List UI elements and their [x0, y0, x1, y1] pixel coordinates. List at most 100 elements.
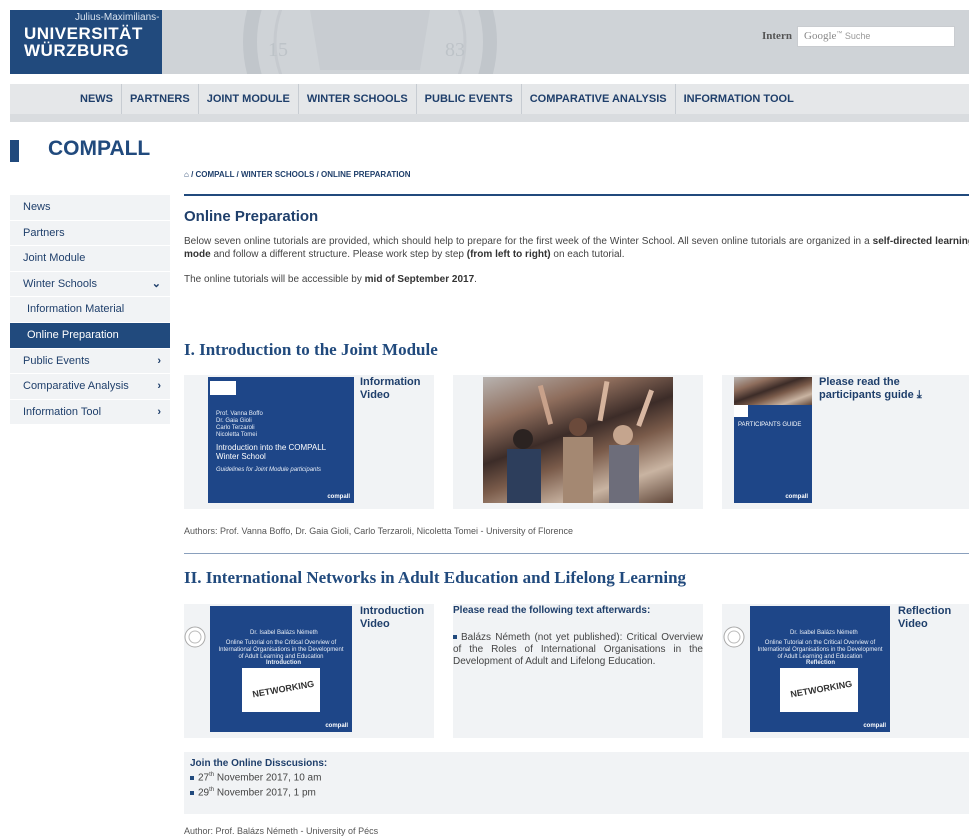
compall-logo: compall [327, 494, 350, 500]
compall-logo: compall [785, 494, 808, 500]
sidebar-item-label: Joint Module [23, 252, 86, 265]
sidebar-item-information-material[interactable]: Information Material [10, 297, 170, 323]
reading-heading: Please read the following text afterward… [453, 605, 651, 616]
chevron-right-icon[interactable]: › [157, 349, 161, 374]
sidebar-item-label: Public Events [23, 354, 90, 367]
sidebar-item-label: News [23, 201, 51, 213]
sidebar-item-comparative-analysis[interactable]: Comparative Analysis › [10, 374, 170, 400]
information-video-link[interactable]: Information Video [360, 376, 426, 402]
seal-year-right: 83 [445, 39, 465, 61]
section-1-authors: Authors: Prof. Vanna Boffo, Dr. Gaia Gio… [184, 526, 573, 536]
logo-line-2: WÜRZBURG [24, 41, 130, 60]
slide-author: Dr. Isabel Balázs Németh [250, 630, 318, 636]
photo-crowd-illustration [507, 380, 654, 503]
sidebar-item-online-preparation[interactable]: Online Preparation [10, 322, 170, 349]
sidebar-item-partners[interactable]: Partners [10, 220, 170, 247]
networking-image: NETWORKING [780, 668, 858, 712]
section-2-heading: II. International Networks in Adult Educ… [184, 568, 687, 587]
reflection-video-card[interactable]: Dr. Isabel Balázs Németh Online Tutorial… [722, 604, 969, 738]
reading-reference[interactable]: Balázs Németh (not yet published): Criti… [453, 632, 703, 668]
breadcrumb-path[interactable]: COMPALL / WINTER SCHOOLS / ONLINE PREPAR… [196, 170, 411, 179]
nav-winter-schools[interactable]: WINTER SCHOOLS [299, 84, 417, 114]
reading-card: Please read the following text afterward… [453, 604, 703, 738]
home-icon[interactable]: ⌂ [184, 170, 189, 179]
chevron-down-icon[interactable]: ⌄ [152, 272, 161, 297]
winter-school-photo [483, 377, 673, 503]
sidebar-item-news[interactable]: News [10, 195, 170, 221]
site-title[interactable]: COMPALL [48, 137, 150, 161]
sidebar-item-public-events[interactable]: Public Events › [10, 348, 170, 375]
nav-comparative-analysis[interactable]: COMPARATIVE ANALYSIS [522, 84, 676, 114]
sidebar-item-winter-schools[interactable]: Winter Schools ⌄ [10, 271, 170, 298]
nav-joint-module[interactable]: JOINT MODULE [199, 84, 299, 114]
page-title: Online Preparation [184, 208, 319, 225]
search-placeholder: Suche [844, 31, 871, 41]
reflection-video-link[interactable]: Reflection Video [898, 605, 964, 631]
sidebar-item-label: Comparative Analysis [23, 380, 129, 393]
sidebar-item-information-tool[interactable]: Information Tool › [10, 399, 170, 426]
reflection-video-thumbnail[interactable]: Dr. Isabel Balázs Németh Online Tutorial… [750, 606, 890, 732]
bullet-icon [190, 775, 194, 780]
video-thumbnail[interactable]: Prof. Vanna Boffo Dr. Gaia Gioli Carlo T… [208, 377, 354, 503]
nav-partners[interactable]: PARTNERS [122, 84, 199, 114]
date-rest: November 2017, 1 pm [214, 787, 316, 799]
trademark-mark: ™ [836, 31, 843, 37]
intro-video-thumbnail[interactable]: Dr. Isabel Balázs Németh Online Tutorial… [210, 606, 352, 732]
slide-title: Online Tutorial on the Critical Overview… [757, 640, 883, 660]
section-1-heading: I. Introduction to the Joint Module [184, 340, 438, 359]
compall-logo: compall [325, 723, 348, 729]
chevron-right-icon[interactable]: › [157, 374, 161, 399]
sidebar-item-label: Information Material [27, 303, 125, 316]
breadcrumb-divider [184, 194, 969, 196]
participants-guide-link[interactable]: Please read the participants guide ⤓ [819, 376, 964, 402]
date-rest: November 2017, 10 am [214, 772, 322, 784]
search-input[interactable]: Google™ Suche [797, 26, 955, 47]
slide-authors: Prof. Vanna Boffo Dr. Gaia Gioli Carlo T… [216, 411, 263, 438]
discussion-date-2: 29th November 2017, 1 pm [190, 784, 963, 799]
online-discussions-box: Join the Online Disscusions: 27th Novemb… [184, 752, 969, 814]
university-logo[interactable]: Julius-Maximilians- UNIVERSITÄT WÜRZBURG [10, 10, 162, 74]
sidebar-item-label: Winter Schools [23, 277, 97, 290]
google-label: Google [804, 30, 837, 42]
download-icon[interactable]: ⤓ [917, 389, 922, 401]
networking-word: NETWORKING [789, 678, 853, 700]
photo-card [453, 375, 703, 509]
seal-year-left: 15 [268, 39, 288, 61]
section-1-cards: Prof. Vanna Boffo Dr. Gaia Gioli Carlo T… [184, 375, 969, 511]
slide-part: Reflection [806, 660, 836, 666]
university-seal-icon [723, 626, 745, 648]
networking-word: NETWORKING [251, 678, 315, 700]
slide-author: Dr. Isabel Balázs Németh [790, 630, 858, 636]
participants-guide-label: Please read the participants guide [819, 376, 914, 401]
networking-image: NETWORKING [242, 668, 320, 712]
intern-link[interactable]: Intern [762, 30, 792, 42]
nav-information-tool[interactable]: INFORMATION TOOL [676, 84, 802, 114]
bullet-icon [453, 635, 457, 640]
sidebar-item-joint-module[interactable]: Joint Module [10, 246, 170, 272]
availability-paragraph: The online tutorials will be accessible … [184, 273, 969, 286]
slide-subtitle: Guidelines for Joint Module participants [216, 467, 322, 473]
site-header: 15 83 Julius-Maximilians- UNIVERSITÄT WÜ… [10, 10, 969, 74]
chevron-right-icon[interactable]: › [157, 400, 161, 425]
availability-end: . [474, 274, 477, 285]
section-divider [184, 553, 969, 554]
slide-part: Introduction [266, 660, 301, 666]
intro-paragraph: Below seven online tutorials are provide… [184, 235, 969, 261]
information-video-card[interactable]: Prof. Vanna Boffo Dr. Gaia Gioli Carlo T… [184, 375, 434, 509]
intro-text-1: Below seven online tutorials are provide… [184, 236, 870, 247]
slide-title: Introduction into the COMPALL Winter Sch… [216, 443, 326, 461]
participants-guide-card[interactable]: PARTICIPANTS GUIDE compall Please read t… [722, 375, 969, 509]
intro-text-3: on each tutorial. [550, 249, 625, 260]
nav-public-events[interactable]: PUBLIC EVENTS [417, 84, 522, 114]
breadcrumb[interactable]: ⌂ / COMPALL / WINTER SCHOOLS / ONLINE PR… [184, 170, 969, 184]
guide-cover-photo [734, 377, 812, 405]
date-day: 29 [198, 787, 210, 799]
nav-news[interactable]: NEWS [72, 84, 122, 114]
availability-text: The online tutorials will be accessible … [184, 274, 365, 285]
title-accent-bar [10, 140, 19, 162]
guide-cover-thumbnail[interactable]: PARTICIPANTS GUIDE compall [734, 377, 812, 503]
sidebar-menu: News Partners Joint Module Winter School… [10, 195, 170, 426]
introduction-video-link[interactable]: Introduction Video [360, 605, 426, 631]
introduction-video-card[interactable]: Dr. Isabel Balázs Németh Online Tutorial… [184, 604, 434, 738]
university-seal-watermark: 15 83 [243, 10, 497, 74]
